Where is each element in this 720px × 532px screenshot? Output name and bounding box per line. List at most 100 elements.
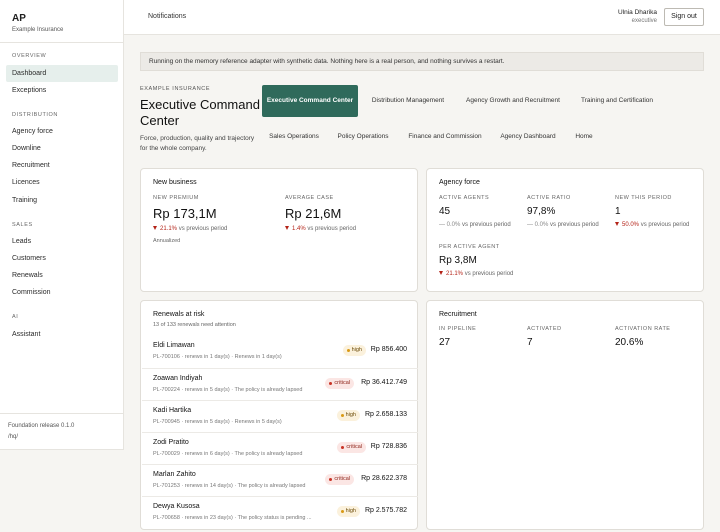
down-triangle-icon: [439, 271, 443, 276]
severity-badge: high: [336, 506, 360, 517]
new-premium-delta: 21.1% vs previous period: [153, 226, 227, 232]
sidebar-item-exceptions[interactable]: Exceptions: [6, 82, 118, 99]
policyholder-name: Zoawan Indiyah: [153, 375, 203, 382]
activated-value: 7: [527, 337, 533, 348]
tab-home[interactable]: Home: [568, 121, 600, 153]
sidebar-item-licences[interactable]: Licences: [6, 174, 118, 191]
per-active-agent-delta: 21.1% vs previous period: [439, 271, 513, 277]
in-pipeline-value: 27: [439, 337, 451, 348]
release-path: /hq/: [8, 434, 19, 440]
sidebar: AP Example Insurance OVERVIEW Dashboard …: [0, 0, 124, 450]
renewal-amount: Rp 2.658.133: [364, 411, 407, 418]
active-ratio-value: 97,8%: [527, 206, 556, 217]
renewal-row[interactable]: Eldi Limawan PL-700106 · renews in 1 day…: [142, 336, 418, 368]
agency-force-card: Agency force ACTIVE AGENTS 45 — 0.0% vs …: [426, 168, 704, 292]
release-version: Foundation release 0.1.0: [8, 423, 75, 429]
in-pipeline-label: IN PIPELINE: [439, 326, 477, 332]
tab-executive-command-center[interactable]: Executive Command Center: [262, 85, 358, 117]
top-bar: Notifications Ulnia Dharika executive Si…: [124, 0, 720, 35]
active-agents-label: ACTIVE AGENTS: [439, 195, 490, 201]
renewal-meta: PL-700945 · renews in 5 day(s) · Renews …: [153, 419, 282, 425]
page-description: Force, production, quality and trajector…: [140, 135, 255, 152]
tab-agency-growth-recruitment[interactable]: Agency Growth and Recruitment: [458, 85, 568, 117]
renewals-subtitle: 13 of 133 renewals need attention: [153, 322, 236, 328]
down-triangle-icon: [615, 222, 619, 227]
active-ratio-label: ACTIVE RATIO: [527, 195, 571, 201]
nav-section-distribution: DISTRIBUTION: [12, 112, 59, 118]
sidebar-item-downline[interactable]: Downline: [6, 140, 118, 157]
synthetic-data-notice: Running on the memory reference adapter …: [140, 52, 704, 71]
tab-finance-commission[interactable]: Finance and Commission: [402, 121, 488, 153]
activated-label: ACTIVATED: [527, 326, 562, 332]
company-eyebrow: EXAMPLE INSURANCE: [140, 86, 211, 92]
sidebar-item-commission[interactable]: Commission: [6, 284, 118, 301]
nav-section-sales: SALES: [12, 222, 33, 228]
card-title: New business: [153, 179, 197, 186]
notifications-link[interactable]: Notifications: [148, 13, 186, 20]
divider: [0, 413, 124, 414]
new-this-period-delta: 50.0% vs previous period: [615, 222, 689, 228]
activation-rate-label: ACTIVATION RATE: [615, 326, 671, 332]
tab-distribution-management[interactable]: Distribution Management: [364, 85, 452, 117]
severity-badge: critical: [325, 474, 354, 485]
sidebar-item-leads[interactable]: Leads: [6, 233, 118, 250]
tab-agency-dashboard[interactable]: Agency Dashboard: [494, 121, 562, 153]
new-premium-label: NEW PREMIUM: [153, 195, 199, 201]
renewal-row[interactable]: Dewya Kusosa PL-700658 · renews in 23 da…: [142, 496, 418, 528]
nav-section-overview: OVERVIEW: [12, 53, 47, 59]
renewal-meta: PL-701253 · renews in 14 day(s) · The po…: [153, 483, 306, 489]
active-agents-value: 45: [439, 206, 451, 217]
average-case-value: Rp 21,6M: [285, 206, 342, 221]
severity-badge: critical: [325, 378, 354, 389]
annualized-note: Annualized: [153, 238, 181, 244]
renewal-meta: PL-700106 · renews in 1 day(s) · Renews …: [153, 354, 282, 360]
down-triangle-icon: [153, 226, 157, 231]
sidebar-item-assistant[interactable]: Assistant: [6, 326, 118, 343]
sign-out-button[interactable]: Sign out: [664, 8, 704, 26]
card-title: Renewals at risk: [153, 311, 205, 318]
new-business-card: New business NEW PREMIUM Rp 173,1M 21.1%…: [140, 168, 418, 292]
brand-subtitle: Example Insurance: [12, 27, 64, 33]
average-case-delta: 1.4% vs previous period: [285, 226, 356, 232]
activation-rate-value: 20.6%: [615, 337, 644, 348]
new-this-period-value: 1: [615, 206, 621, 217]
sidebar-item-dashboard[interactable]: Dashboard: [6, 65, 118, 82]
sidebar-item-training[interactable]: Training: [6, 192, 118, 209]
renewal-amount: Rp 28.622.378: [361, 475, 407, 482]
renewal-meta: PL-700029 · renews in 6 day(s) · The pol…: [153, 451, 303, 457]
active-ratio-delta: — 0.0% vs previous period: [527, 222, 599, 228]
renewals-at-risk-card: Renewals at risk 13 of 133 renewals need…: [140, 300, 418, 530]
active-agents-delta: — 0.0% vs previous period: [439, 222, 511, 228]
sidebar-item-recruitment[interactable]: Recruitment: [6, 157, 118, 174]
sidebar-item-customers[interactable]: Customers: [6, 250, 118, 267]
card-title: Recruitment: [439, 311, 477, 318]
sidebar-item-renewals[interactable]: Renewals: [6, 267, 118, 284]
tab-policy-operations[interactable]: Policy Operations: [332, 121, 394, 153]
card-title: Agency force: [439, 179, 480, 186]
policyholder-name: Marlan Zahito: [153, 471, 196, 478]
renewal-row[interactable]: Zodi Pratito PL-700029 · renews in 6 day…: [142, 432, 418, 464]
new-premium-value: Rp 173,1M: [153, 206, 217, 221]
average-case-label: AVERAGE CASE: [285, 195, 334, 201]
per-active-agent-label: PER ACTIVE AGENT: [439, 244, 500, 250]
down-triangle-icon: [285, 226, 289, 231]
sidebar-item-agency-force[interactable]: Agency force: [6, 123, 118, 140]
renewal-meta: PL-700224 · renews in 5 day(s) · The pol…: [153, 387, 303, 393]
tab-sales-operations[interactable]: Sales Operations: [262, 121, 326, 153]
severity-badge: high: [336, 410, 360, 421]
nav-section-ai: AI: [12, 314, 19, 320]
brand-logo[interactable]: AP: [12, 13, 26, 24]
user-name: Ulnia Dharika: [617, 9, 657, 16]
tab-training-certification[interactable]: Training and Certification: [574, 85, 660, 117]
divider: [0, 42, 124, 43]
per-active-agent-value: Rp 3,8M: [439, 255, 477, 266]
renewal-amount: Rp 728.836: [370, 443, 407, 450]
severity-badge: critical: [337, 442, 366, 453]
renewal-row[interactable]: Zoawan Indiyah PL-700224 · renews in 5 d…: [142, 368, 418, 400]
page-title: Executive Command Center: [140, 97, 260, 128]
renewal-amount: Rp 2.575.782: [364, 507, 407, 514]
renewal-row[interactable]: Marlan Zahito PL-701253 · renews in 14 d…: [142, 464, 418, 496]
severity-badge: high: [342, 345, 366, 356]
policyholder-name: Zodi Pratito: [153, 439, 189, 446]
renewal-row[interactable]: Kadi Hartika PL-700945 · renews in 5 day…: [142, 400, 418, 432]
